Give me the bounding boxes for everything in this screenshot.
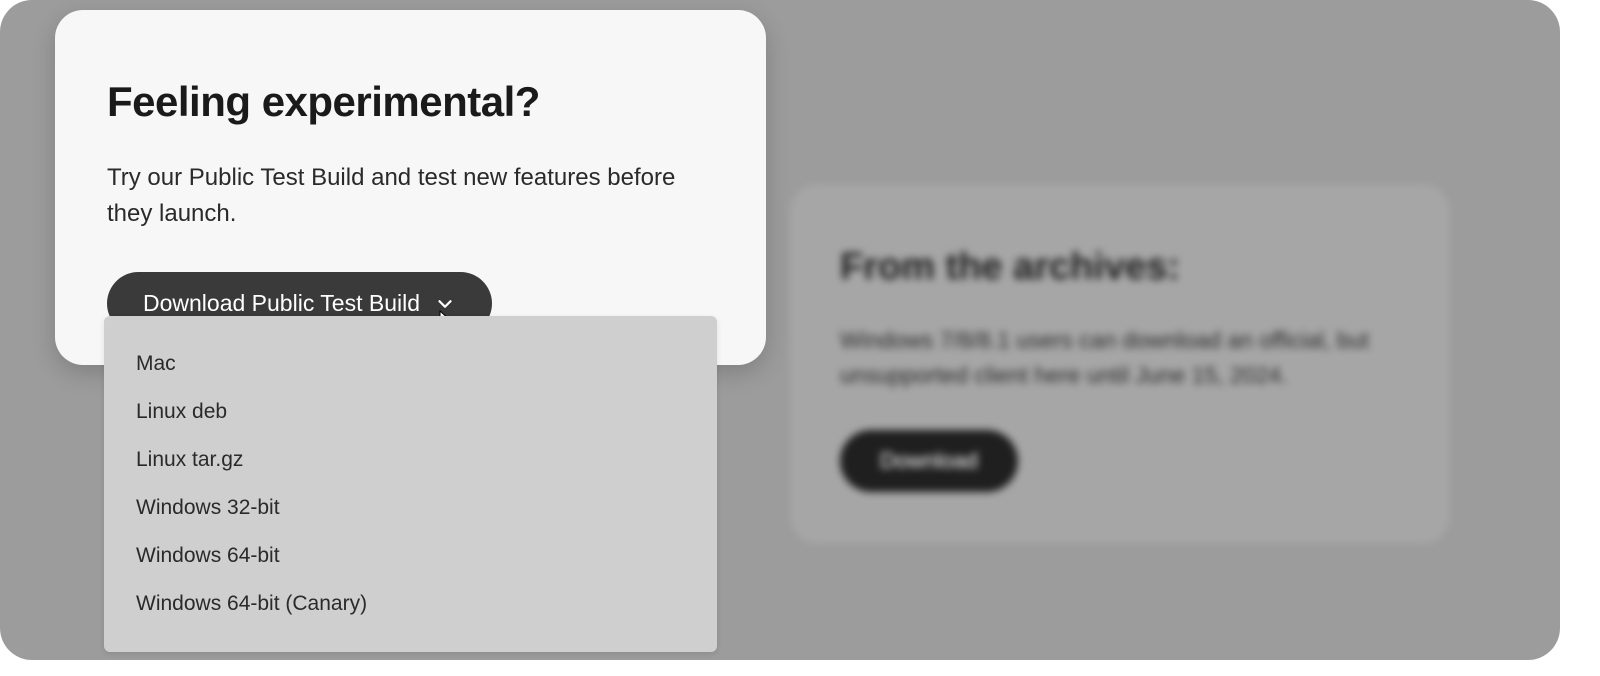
download-ptb-dropdown: Mac Linux deb Linux tar.gz Windows 32-bi… bbox=[104, 316, 717, 652]
archives-body: Windows 7/8/8.1 users can download an of… bbox=[840, 323, 1400, 392]
dropdown-item-windows-64[interactable]: Windows 64-bit bbox=[104, 532, 717, 580]
dropdown-item-windows-32[interactable]: Windows 32-bit bbox=[104, 484, 717, 532]
dropdown-item-mac[interactable]: Mac bbox=[104, 340, 717, 388]
dropdown-item-linux-deb[interactable]: Linux deb bbox=[104, 388, 717, 436]
dropdown-item-linux-targz[interactable]: Linux tar.gz bbox=[104, 436, 717, 484]
archives-download-button[interactable]: Download bbox=[840, 430, 1018, 492]
experimental-card: Feeling experimental? Try our Public Tes… bbox=[55, 10, 766, 365]
archives-heading: From the archives: bbox=[840, 246, 1400, 289]
experimental-body: Try our Public Test Build and test new f… bbox=[107, 160, 687, 232]
page-background: From the archives: Windows 7/8/8.1 users… bbox=[0, 0, 1560, 660]
chevron-down-icon bbox=[434, 293, 456, 315]
archives-card: From the archives: Windows 7/8/8.1 users… bbox=[790, 184, 1450, 544]
download-ptb-label: Download Public Test Build bbox=[143, 290, 420, 317]
archives-download-label: Download bbox=[880, 448, 978, 474]
dropdown-item-windows-64-canary[interactable]: Windows 64-bit (Canary) bbox=[104, 580, 717, 628]
experimental-heading: Feeling experimental? bbox=[107, 78, 714, 126]
